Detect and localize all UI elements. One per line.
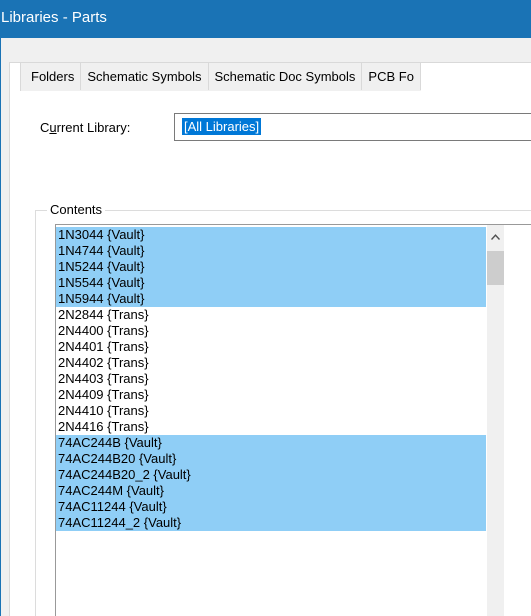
- list-item[interactable]: 1N3044 {Vault}: [56, 227, 486, 243]
- list-item[interactable]: 1N5944 {Vault}: [56, 291, 486, 307]
- libraries-parts-window: Libraries - Parts Folders Schematic Symb…: [0, 0, 531, 616]
- list-item[interactable]: 74AC244B20 {Vault}: [56, 451, 486, 467]
- list-item[interactable]: 2N4402 {Trans}: [56, 355, 486, 371]
- window-frame-left: [0, 38, 1, 616]
- contents-legend: Contents: [47, 202, 106, 218]
- list-item[interactable]: 1N5544 {Vault}: [56, 275, 486, 291]
- list-item[interactable]: 74AC244M {Vault}: [56, 483, 486, 499]
- chevron-up-icon[interactable]: [487, 228, 504, 245]
- list-item[interactable]: 2N4416 {Trans}: [56, 419, 486, 435]
- list-item[interactable]: 2N4400 {Trans}: [56, 323, 486, 339]
- list-item[interactable]: 74AC244B {Vault}: [56, 435, 486, 451]
- list-item[interactable]: 2N4403 {Trans}: [56, 371, 486, 387]
- current-library-field[interactable]: [All Libraries]: [174, 113, 531, 141]
- tab-schematic-symbols[interactable]: Schematic Symbols: [81, 63, 209, 90]
- list-item[interactable]: 1N4744 {Vault}: [56, 243, 486, 259]
- list-item[interactable]: 2N4409 {Trans}: [56, 387, 486, 403]
- list-item[interactable]: 74AC244B20_2 {Vault}: [56, 467, 486, 483]
- tab-strip: Folders Schematic Symbols Schematic Doc …: [20, 62, 421, 91]
- list-item[interactable]: 1N5244 {Vault}: [56, 259, 486, 275]
- window-title: Libraries - Parts: [0, 0, 531, 38]
- vertical-scrollbar[interactable]: [487, 225, 504, 616]
- contents-listbox[interactable]: 1N3044 {Vault} 1N4744 {Vault} 1N5244 {Vaul…: [55, 224, 531, 616]
- list-item[interactable]: 2N4401 {Trans}: [56, 339, 486, 355]
- current-library-value: [All Libraries]: [182, 118, 262, 135]
- contents-list: 1N3044 {Vault} 1N4744 {Vault} 1N5244 {Vaul…: [56, 227, 486, 531]
- list-item[interactable]: 74AC11244 {Vault}: [56, 499, 486, 515]
- list-item[interactable]: 74AC11244_2 {Vault}: [56, 515, 486, 531]
- current-library-label: Current Library:: [40, 120, 131, 135]
- scrollbar-thumb[interactable]: [487, 251, 504, 285]
- tab-pcb-footprints[interactable]: PCB Fo: [362, 63, 421, 90]
- list-item[interactable]: 2N2844 {Trans}: [56, 307, 486, 323]
- tab-folders[interactable]: Folders: [21, 63, 82, 90]
- list-item[interactable]: 2N4410 {Trans}: [56, 403, 486, 419]
- tab-schematic-doc-symbols[interactable]: Schematic Doc Symbols: [208, 63, 363, 90]
